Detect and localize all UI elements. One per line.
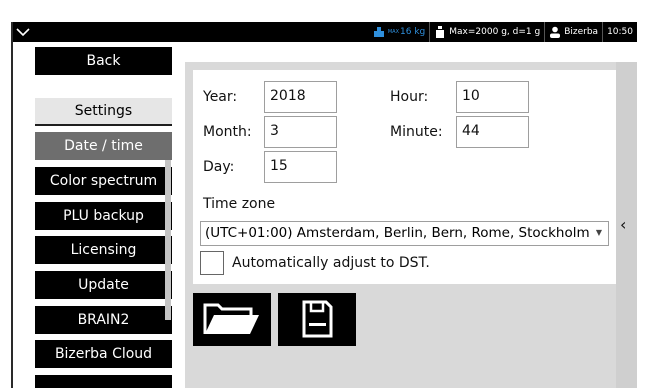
sidebar-item-label: Settings [74, 103, 133, 119]
user-icon [550, 26, 561, 38]
sidebar-item-label: Color spectrum [49, 173, 158, 189]
minute-input[interactable]: 44 [456, 116, 529, 148]
sidebar-item-bizerba-cloud[interactable]: Bizerba Cloud [35, 340, 172, 368]
month-label: Month: [203, 124, 252, 140]
year-label: Year: [203, 89, 238, 105]
chevron-left-icon[interactable]: ‹ [620, 215, 626, 234]
sidebar-item-plu-backup[interactable]: PLU backup [35, 202, 172, 230]
settings-sidebar: Back Settings Date / time Color spectrum… [13, 42, 185, 388]
date-time-form: Year: 2018 Hour: 10 Month: 3 Minute: 44 … [193, 70, 620, 284]
user-name: Bizerba [564, 27, 599, 37]
back-button-label: Back [86, 53, 121, 69]
sidebar-scrollbar[interactable] [165, 160, 171, 320]
dst-checkbox[interactable] [200, 251, 224, 275]
sidebar-item-licensing[interactable]: Licensing [35, 236, 172, 264]
minute-label: Minute: [390, 124, 443, 140]
sidebar-item-settings[interactable]: Settings [35, 98, 172, 126]
sidebar-item-update[interactable]: Update [35, 271, 172, 299]
timezone-value: (UTC+01:00) Amsterdam, Berlin, Bern, Rom… [205, 225, 590, 241]
month-input[interactable]: 3 [264, 116, 337, 148]
user-indicator[interactable]: Bizerba [544, 22, 602, 42]
main-content: Year: 2018 Hour: 10 Month: 3 Minute: 44 … [185, 62, 632, 388]
timezone-label: Time zone [203, 196, 276, 212]
sidebar-item-color-spectrum[interactable]: Color spectrum [35, 167, 172, 195]
sidebar-item-more[interactable] [35, 375, 172, 388]
scale-range-indicator: Max=2000 g, d=1 g [429, 22, 544, 42]
clock-time: 10:50 [607, 27, 633, 37]
save-button[interactable] [278, 293, 356, 346]
sidebar-item-label: Update [78, 277, 129, 293]
max-badge: MAX [387, 29, 400, 35]
timezone-select[interactable]: (UTC+01:00) Amsterdam, Berlin, Bern, Rom… [200, 221, 609, 246]
year-input[interactable]: 2018 [264, 81, 337, 113]
chevron-down-icon[interactable] [15, 24, 31, 40]
scale-range-text: Max=2000 g, d=1 g [449, 27, 541, 37]
hour-label: Hour: [390, 89, 429, 105]
dst-label: Automatically adjust to DST. [232, 255, 430, 271]
back-button[interactable]: Back [35, 47, 172, 75]
day-input[interactable]: 15 [264, 151, 337, 183]
top-status-bar: MAX 16 kg Max=2000 g, d=1 g Bizerba 10:5… [13, 22, 637, 42]
hour-input[interactable]: 10 [456, 81, 529, 113]
clock: 10:50 [602, 22, 637, 42]
max-load-indicator: MAX 16 kg [369, 22, 429, 42]
weight-max-icon [373, 27, 384, 37]
folder-open-icon [203, 303, 259, 334]
sidebar-item-label: PLU backup [63, 208, 144, 224]
open-button[interactable] [193, 293, 271, 346]
sidebar-item-label: BRAIN2 [77, 312, 130, 328]
save-disk-icon [302, 300, 333, 338]
day-label: Day: [203, 159, 235, 175]
max-load-value: 16 kg [400, 27, 426, 37]
sidebar-item-label: Bizerba Cloud [54, 346, 153, 362]
sidebar-item-brain2[interactable]: BRAIN2 [35, 306, 172, 334]
sidebar-item-label: Date / time [64, 138, 143, 154]
scale-weight-icon [436, 26, 445, 38]
sidebar-item-label: Licensing [70, 242, 137, 258]
sidebar-item-date-time[interactable]: Date / time [35, 132, 172, 160]
dropdown-arrow-icon: ▼ [595, 228, 602, 237]
